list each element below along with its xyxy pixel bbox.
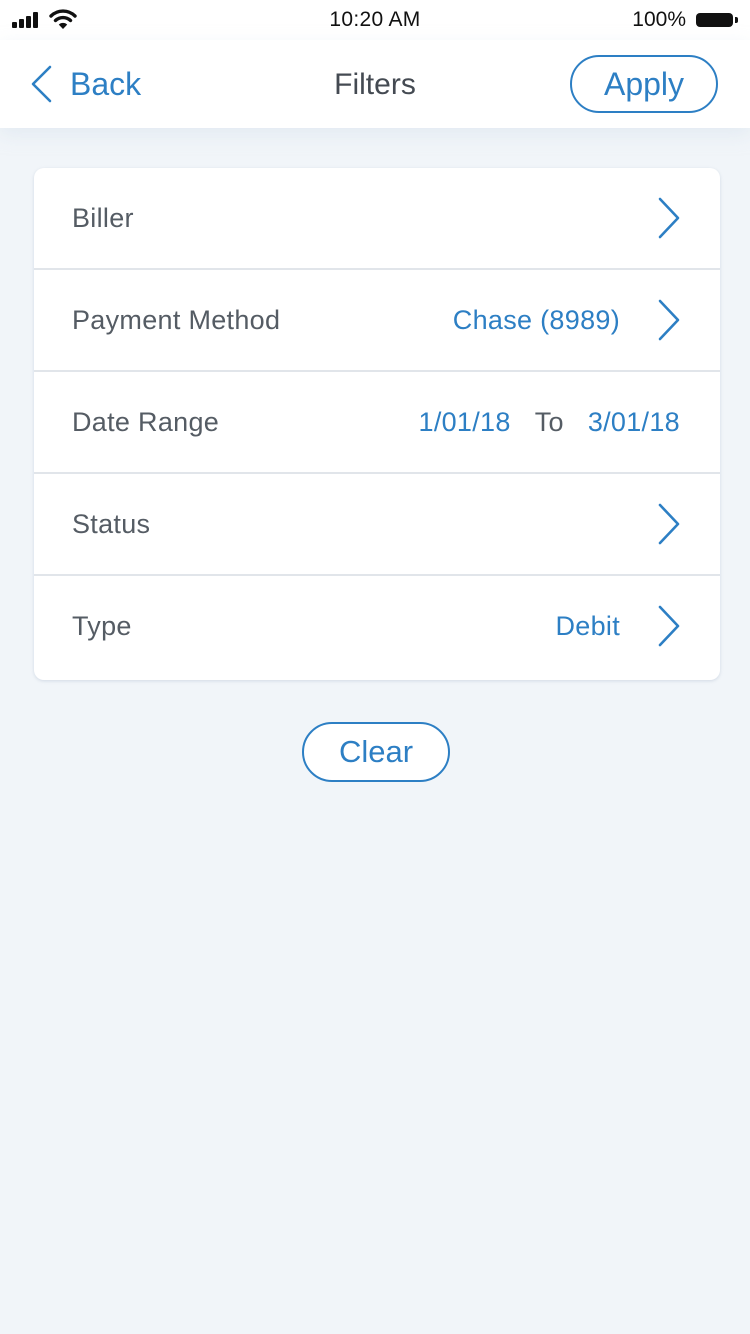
battery-percentage: 100% — [632, 8, 686, 31]
filter-row-biller[interactable]: Biller — [34, 168, 720, 270]
filter-row-payment-method[interactable]: Payment Method Chase (8989) — [34, 270, 720, 372]
date-range-end[interactable]: 3/01/18 — [588, 372, 680, 472]
chevron-right-icon — [658, 503, 680, 545]
status-bar: 10:20 AM 100% — [0, 0, 750, 40]
battery-icon — [696, 13, 738, 27]
apply-button[interactable]: Apply — [570, 55, 718, 113]
navigation-bar: Back Filters Apply — [0, 40, 750, 128]
filter-label-type: Type — [72, 611, 132, 641]
filter-row-status[interactable]: Status — [34, 474, 720, 576]
clear-button[interactable]: Clear — [302, 722, 450, 782]
chevron-right-icon — [658, 299, 680, 341]
chevron-right-icon — [658, 197, 680, 239]
filter-label-status: Status — [72, 509, 151, 539]
filter-label-biller: Biller — [72, 203, 134, 233]
date-range-values: 1/01/18 To 3/01/18 — [419, 372, 681, 472]
filter-list: Biller Payment Method Chase (8989) Date … — [34, 168, 720, 680]
chevron-right-icon — [658, 605, 680, 647]
filter-value-payment-method: Chase (8989) — [452, 305, 620, 335]
filter-label-date-range: Date Range — [72, 407, 220, 437]
filter-label-payment-method: Payment Method — [72, 305, 281, 335]
filter-value-type: Debit — [555, 611, 620, 641]
filter-row-date-range: Date Range 1/01/18 To 3/01/18 — [34, 372, 720, 474]
filter-row-type[interactable]: Type Debit — [34, 576, 720, 680]
date-range-separator: To — [534, 407, 564, 437]
date-range-start[interactable]: 1/01/18 — [419, 372, 511, 472]
